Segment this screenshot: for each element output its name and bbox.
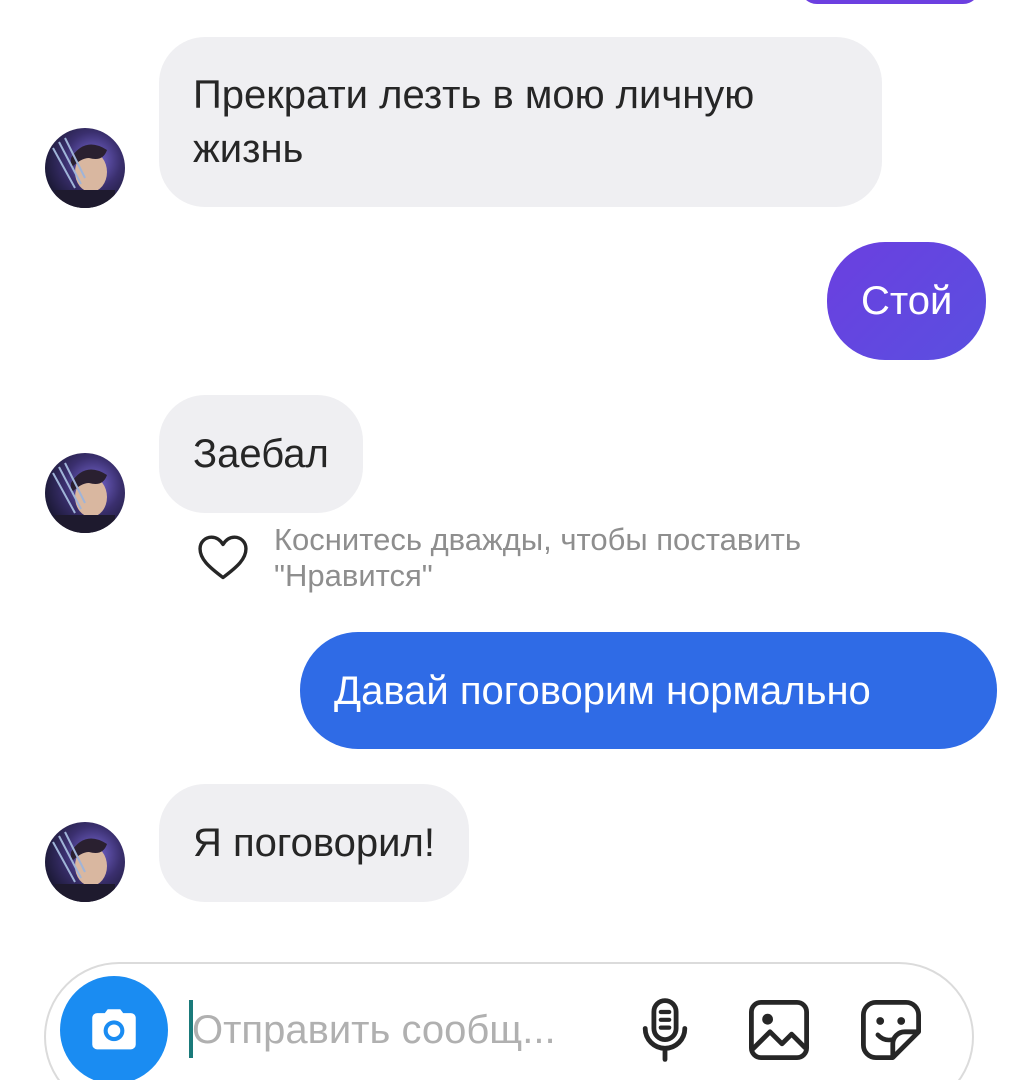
contact-avatar[interactable]	[45, 453, 125, 533]
incoming-message-bubble[interactable]: Я поговорил!	[159, 784, 469, 902]
chat-thread: Прекрати лезть в мою личную жизнь Стой З…	[0, 0, 1018, 1080]
double-tap-like-hint: Коснитесь дважды, чтобы поставить "Нрави…	[194, 522, 914, 594]
outgoing-message-bubble[interactable]: Давай поговорим нормально	[300, 632, 997, 749]
contact-avatar[interactable]	[45, 822, 125, 902]
message-text: Я поговорил!	[193, 821, 435, 865]
like-hint-text: Коснитесь дважды, чтобы поставить "Нрави…	[274, 522, 802, 593]
heart-outline-icon[interactable]	[194, 528, 252, 586]
incoming-message-bubble[interactable]: Прекрати лезть в мою личную жизнь	[159, 37, 882, 207]
camera-icon	[92, 1009, 136, 1050]
camera-button[interactable]	[60, 976, 168, 1080]
sticker-icon[interactable]	[855, 994, 927, 1066]
gallery-icon[interactable]	[743, 994, 815, 1066]
message-text: Стой	[861, 279, 953, 323]
contact-avatar[interactable]	[45, 128, 125, 208]
message-input[interactable]: Отправить сообщ...	[192, 1000, 612, 1060]
microphone-icon[interactable]	[629, 994, 701, 1066]
outgoing-message-bubble[interactable]: Стой	[827, 242, 987, 360]
previous-outgoing-bubble[interactable]	[800, 0, 980, 4]
message-text: Прекрати лезть в мою личную жизнь	[193, 73, 755, 171]
message-text: Заебал	[193, 432, 329, 476]
message-text: Давай поговорим нормально	[334, 668, 871, 713]
message-input-placeholder: Отправить сообщ...	[192, 1008, 556, 1052]
incoming-message-bubble[interactable]: Заебал	[159, 395, 363, 513]
